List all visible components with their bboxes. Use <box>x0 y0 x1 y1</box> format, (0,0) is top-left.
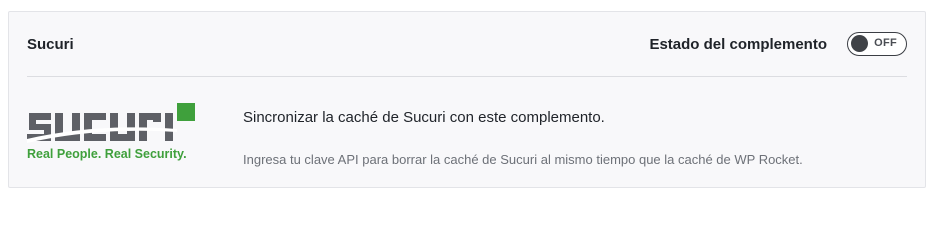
sucuri-logo-tagline: Real People. Real Security. <box>27 147 187 161</box>
addon-body: Real People. Real Security. Sincronizar … <box>27 77 907 187</box>
sucuri-logo: Real People. Real Security. <box>27 101 199 163</box>
addon-status-group: Estado del complemento OFF <box>649 32 907 56</box>
addon-description-text: Ingresa tu clave API para borrar la cach… <box>243 152 803 167</box>
addon-title: Sucuri <box>27 35 74 53</box>
addon-status-toggle[interactable]: OFF <box>847 32 907 56</box>
addon-status-label: Estado del complemento <box>649 35 827 53</box>
sucuri-addon-card: Sucuri Estado del complemento OFF Real P… <box>8 11 926 188</box>
toggle-knob <box>851 35 868 52</box>
sucuri-logo-wordmark <box>27 103 195 143</box>
toggle-state-text: OFF <box>874 37 897 49</box>
addon-description-title: Sincronizar la caché de Sucuri con este … <box>243 109 605 126</box>
addon-header: Sucuri Estado del complemento OFF <box>27 12 907 77</box>
